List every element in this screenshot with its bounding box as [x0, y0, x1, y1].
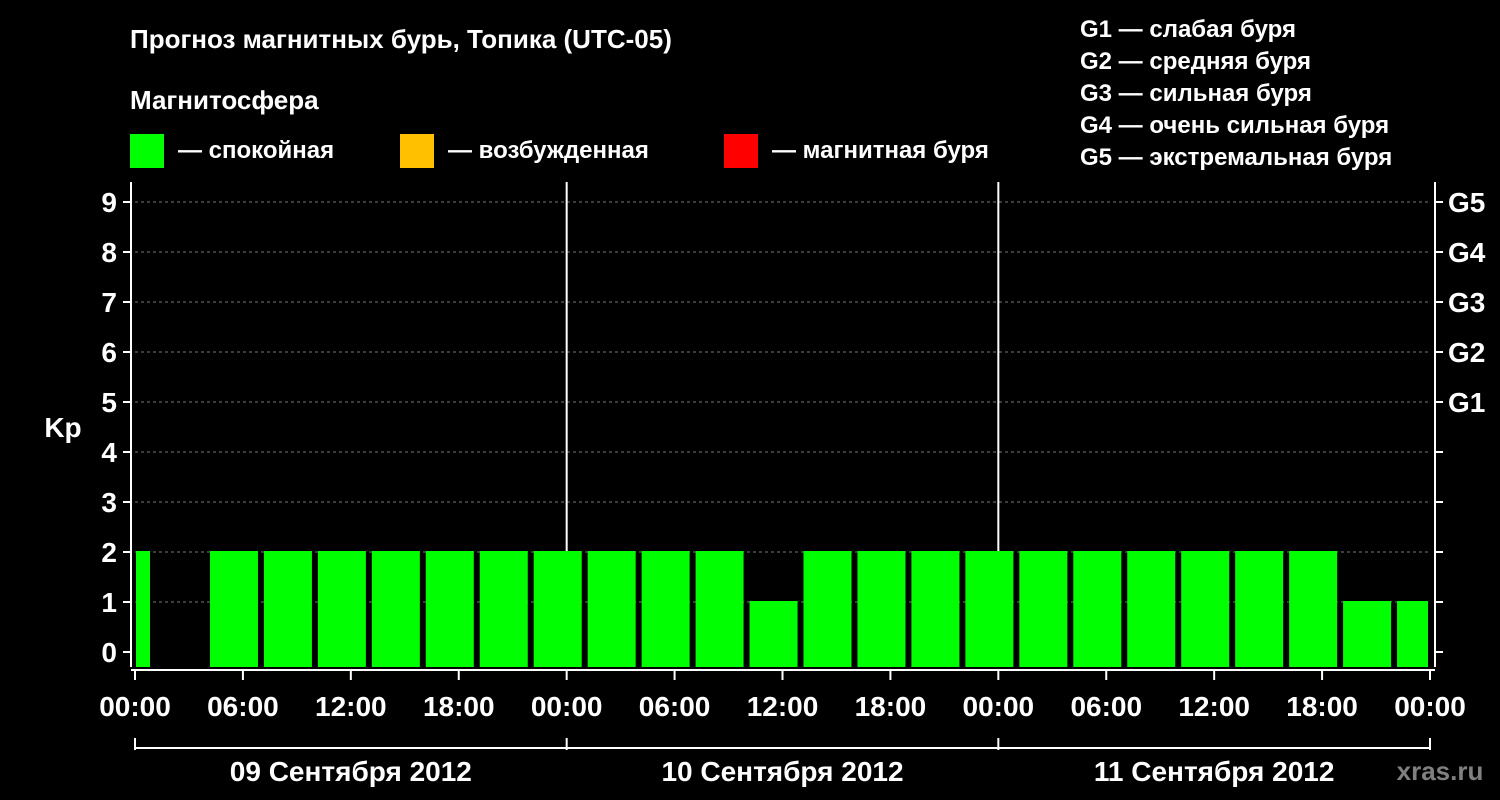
- x-tick-label: 18:00: [423, 691, 495, 722]
- day-label: 10 Сентября 2012: [661, 756, 903, 787]
- g-legend-item: G3 — сильная буря: [1080, 80, 1312, 107]
- g-axis-label: G2: [1448, 337, 1485, 368]
- x-tick-label: 00:00: [1394, 691, 1466, 722]
- y-tick-label: 4: [101, 437, 117, 468]
- day-label: 11 Сентября 2012: [1094, 756, 1335, 787]
- x-tick-label: 06:00: [1070, 691, 1142, 722]
- y-axis-label: Kp: [44, 412, 81, 443]
- x-tick-label: 06:00: [639, 691, 711, 722]
- x-tick-label: 18:00: [855, 691, 927, 722]
- day-label: 09 Сентября 2012: [230, 756, 472, 787]
- g-axis-label: G4: [1448, 237, 1486, 268]
- x-tick-label: 12:00: [1178, 691, 1250, 722]
- y-tick-label: 1: [101, 587, 117, 618]
- magnetosphere-label: Магнитосфера: [130, 85, 319, 115]
- y-tick-label: 0: [101, 637, 117, 668]
- bar: [1289, 551, 1338, 667]
- x-tick-label: 12:00: [747, 691, 819, 722]
- y-tick-label: 9: [101, 187, 117, 218]
- y-tick-label: 3: [101, 487, 117, 518]
- bar: [136, 551, 150, 667]
- x-tick-label: 00:00: [531, 691, 603, 722]
- g-legend-item: G5 — экстремальная буря: [1080, 144, 1392, 171]
- bars: [136, 551, 1428, 667]
- x-tick-label: 18:00: [1286, 691, 1358, 722]
- g-legend-item: G1 — слабая буря: [1080, 16, 1296, 43]
- bar: [1181, 551, 1230, 667]
- bar: [209, 551, 258, 667]
- bar: [317, 551, 366, 667]
- bar: [641, 551, 690, 667]
- legend-label: — магнитная буря: [772, 137, 989, 164]
- bar: [911, 551, 960, 667]
- bar: [371, 551, 420, 667]
- x-tick-label: 00:00: [963, 691, 1035, 722]
- bar: [1127, 551, 1176, 667]
- bar: [803, 551, 852, 667]
- bar: [533, 551, 582, 667]
- bar: [425, 551, 474, 667]
- x-tick-label: 12:00: [315, 691, 387, 722]
- g-scale-legend: G1 — слабая буря G2 — средняя буря G3 — си…: [1080, 16, 1392, 171]
- kp-forecast-chart: Прогноз магнитных бурь, Топика (UTC-05) …: [44, 16, 1486, 787]
- legend-label: — спокойная: [178, 137, 334, 164]
- x-tick-label: 06:00: [207, 691, 279, 722]
- x-tick-label: 00:00: [99, 691, 171, 722]
- bar: [749, 601, 798, 667]
- legend: — спокойная — возбужденная — магнитная бур…: [130, 134, 989, 168]
- bar: [263, 551, 312, 667]
- y-tick-label: 8: [101, 237, 117, 268]
- bar: [695, 551, 744, 667]
- y-tick-label: 2: [101, 537, 117, 568]
- chart-title: Прогноз магнитных бурь, Топика (UTC-05): [130, 24, 672, 54]
- g-axis-label: G1: [1448, 387, 1485, 418]
- legend-swatch: [724, 134, 758, 168]
- bar: [1235, 551, 1284, 667]
- bar: [587, 551, 636, 667]
- legend-label: — возбужденная: [448, 137, 649, 164]
- g-legend-item: G2 — средняя буря: [1080, 48, 1311, 75]
- y-tick-label: 5: [101, 387, 117, 418]
- bar: [479, 551, 528, 667]
- legend-swatch: [130, 134, 164, 168]
- y-tick-label: 6: [101, 337, 117, 368]
- bar: [1397, 601, 1428, 667]
- g-axis-label: G3: [1448, 287, 1485, 318]
- bar: [965, 551, 1014, 667]
- bar: [857, 551, 906, 667]
- watermark: xras.ru: [1397, 756, 1484, 786]
- legend-swatch: [400, 134, 434, 168]
- bar: [1019, 551, 1068, 667]
- bar: [1343, 601, 1392, 667]
- g-axis-label: G5: [1448, 187, 1485, 218]
- axes: 0 1 2 3 4 5 6 7 8 9 G1 G2 G3 G4 G5 00:00 06:00 12:00 18:00…: [99, 182, 1486, 787]
- bar: [1073, 551, 1122, 667]
- g-legend-item: G4 — очень сильная буря: [1080, 112, 1389, 139]
- y-tick-label: 7: [101, 287, 117, 318]
